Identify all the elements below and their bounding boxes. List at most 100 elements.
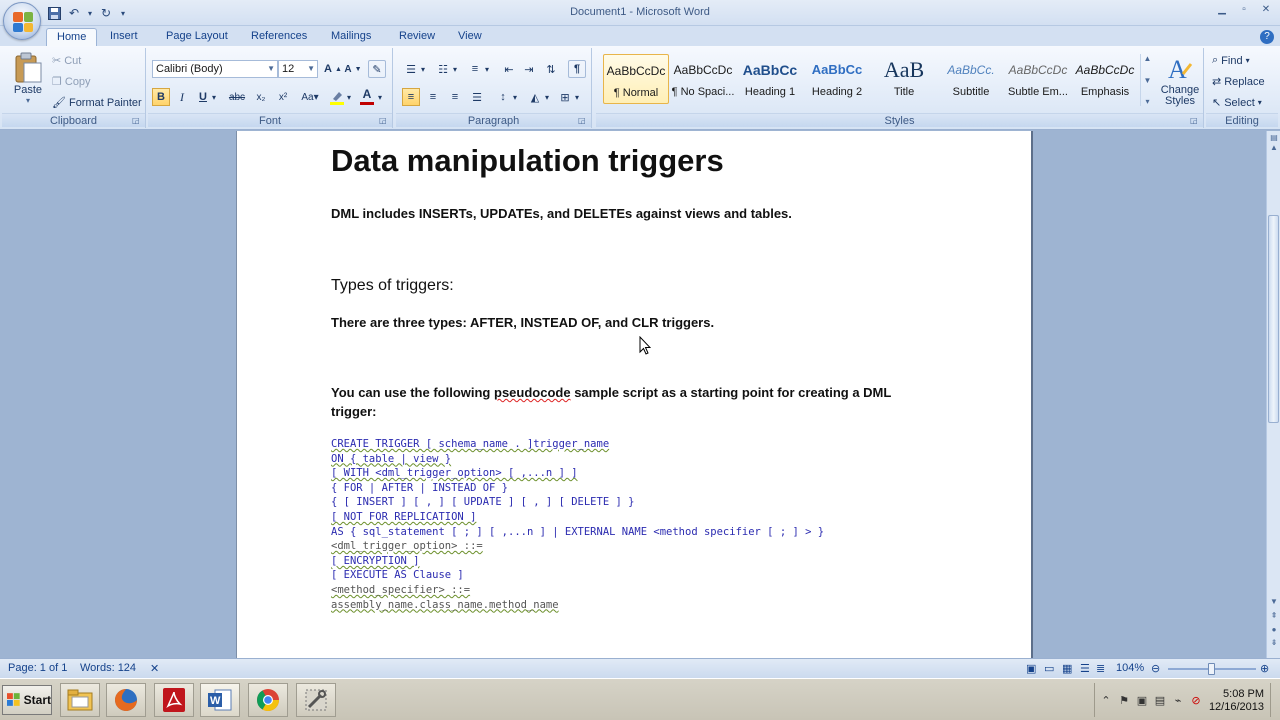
outline-view-icon[interactable]: ☰ bbox=[1080, 662, 1090, 675]
bullets-dropdown-icon[interactable]: ▾ bbox=[419, 60, 427, 78]
taskbar-acrobat[interactable] bbox=[154, 683, 194, 717]
show-desktop-button[interactable] bbox=[1270, 683, 1278, 717]
device-icon[interactable]: ▣ bbox=[1135, 693, 1149, 707]
minimize-icon[interactable]: ▁ bbox=[1212, 2, 1232, 16]
multilevel-list-icon[interactable]: ≡ bbox=[466, 60, 484, 78]
align-center-icon[interactable]: ≡ bbox=[424, 88, 442, 106]
proofing-icon[interactable]: ✕ bbox=[150, 662, 159, 675]
style-subtle-emphasis[interactable]: AaBbCcDc Subtle Em... bbox=[1005, 54, 1071, 104]
italic-button[interactable]: I bbox=[173, 88, 191, 106]
gallery-down-icon[interactable]: ▼ bbox=[1144, 76, 1152, 85]
justify-icon[interactable]: ☰ bbox=[468, 88, 486, 106]
paste-button[interactable]: Paste ▾ bbox=[8, 52, 48, 105]
scrollbar-thumb[interactable] bbox=[1268, 215, 1279, 423]
ruler-toggle-icon[interactable]: ▤ bbox=[1269, 133, 1279, 143]
format-painter-button[interactable]: 🖌 Format Painter bbox=[52, 96, 142, 110]
highlight-dropdown-icon[interactable]: ▾ bbox=[345, 88, 353, 106]
start-button[interactable]: Start bbox=[2, 685, 52, 715]
underline-dropdown-icon[interactable]: ▾ bbox=[210, 88, 218, 106]
volume-muted-icon[interactable]: ⊘ bbox=[1189, 693, 1203, 707]
scroll-up-icon[interactable]: ▲ bbox=[1269, 143, 1279, 153]
tab-page-layout[interactable]: Page Layout bbox=[156, 28, 238, 46]
clear-formatting-icon[interactable]: ✎ bbox=[368, 60, 386, 78]
style-subtitle[interactable]: AaBbCc. Subtitle bbox=[938, 54, 1004, 104]
maximize-icon[interactable]: ▫ bbox=[1234, 2, 1254, 16]
sort-icon[interactable]: ⇅ bbox=[542, 60, 560, 78]
shrink-font-icon[interactable]: A ▼ bbox=[344, 60, 362, 78]
borders-icon[interactable]: ⊞ bbox=[556, 88, 574, 106]
style-heading-2[interactable]: AaBbCc Heading 2 bbox=[804, 54, 870, 104]
change-styles-button[interactable]: A Change Styles bbox=[1158, 54, 1202, 107]
bold-button[interactable]: B bbox=[152, 88, 170, 106]
cut-button[interactable]: ✂ Cut bbox=[52, 54, 81, 68]
strikethrough-button[interactable]: abc bbox=[228, 88, 246, 106]
taskbar-chrome[interactable] bbox=[248, 683, 288, 717]
line-spacing-dropdown-icon[interactable]: ▾ bbox=[511, 88, 519, 106]
paragraph-launcher-icon[interactable]: ◲ bbox=[578, 116, 587, 125]
shading-icon[interactable]: ◭ bbox=[526, 88, 544, 106]
taskbar-firefox[interactable] bbox=[106, 683, 146, 717]
style-heading-1[interactable]: AaBbCc Heading 1 bbox=[737, 54, 803, 104]
bullets-icon[interactable]: ☰ bbox=[402, 60, 420, 78]
office-button[interactable] bbox=[3, 2, 41, 40]
tab-mailings[interactable]: Mailings bbox=[321, 28, 381, 46]
print-layout-view-icon[interactable]: ▣ bbox=[1026, 662, 1036, 675]
style-emphasis[interactable]: AaBbCcDc Emphasis bbox=[1072, 54, 1138, 104]
replace-button[interactable]: ⇄ Replace bbox=[1212, 75, 1265, 89]
multilevel-dropdown-icon[interactable]: ▾ bbox=[483, 60, 491, 78]
gallery-up-icon[interactable]: ▲ bbox=[1144, 54, 1152, 63]
zoom-in-icon[interactable]: ⊕ bbox=[1260, 662, 1269, 675]
font-name-combo[interactable]: Calibri (Body) ▼ bbox=[152, 60, 278, 78]
clipboard-launcher-icon[interactable]: ◲ bbox=[132, 116, 141, 125]
word-count[interactable]: Words: 124 bbox=[80, 662, 136, 674]
grow-font-icon[interactable]: A ▲ bbox=[324, 60, 342, 78]
style-normal[interactable]: AaBbCcDc ¶ Normal bbox=[603, 54, 669, 104]
zoom-level[interactable]: 104% bbox=[1116, 662, 1144, 674]
tab-review[interactable]: Review bbox=[389, 28, 445, 46]
taskbar-tool[interactable] bbox=[296, 683, 336, 717]
borders-dropdown-icon[interactable]: ▾ bbox=[573, 88, 581, 106]
decrease-indent-icon[interactable]: ⇤ bbox=[500, 60, 518, 78]
close-icon[interactable]: ✕ bbox=[1256, 2, 1276, 16]
style-title[interactable]: AaB Title bbox=[871, 54, 937, 104]
tab-view[interactable]: View bbox=[448, 28, 492, 46]
subscript-button[interactable]: x₂ bbox=[252, 88, 270, 106]
align-left-icon[interactable]: ≡ bbox=[402, 88, 420, 106]
increase-indent-icon[interactable]: ⇥ bbox=[520, 60, 538, 78]
draft-view-icon[interactable]: ≣ bbox=[1096, 662, 1105, 675]
scroll-down-icon[interactable]: ▼ bbox=[1269, 597, 1279, 607]
taskbar-clock[interactable]: 5:08 PM 12/16/2013 bbox=[1209, 688, 1264, 714]
font-size-combo[interactable]: 12 ▼ bbox=[278, 60, 318, 78]
document-page[interactable]: Data manipulation triggers DML includes … bbox=[236, 131, 1033, 658]
tab-references[interactable]: References bbox=[241, 28, 317, 46]
font-color-dropdown-icon[interactable]: ▾ bbox=[376, 88, 384, 106]
style-no-spacing[interactable]: AaBbCcDc ¶ No Spaci... bbox=[670, 54, 736, 104]
help-icon[interactable]: ? bbox=[1260, 30, 1274, 44]
page-count[interactable]: Page: 1 of 1 bbox=[8, 662, 67, 674]
line-spacing-icon[interactable]: ↕ bbox=[494, 88, 512, 106]
zoom-out-icon[interactable]: ⊖ bbox=[1151, 662, 1160, 675]
font-color-icon[interactable]: A bbox=[358, 88, 376, 106]
styles-launcher-icon[interactable]: ◲ bbox=[1190, 116, 1199, 125]
zoom-slider-handle[interactable] bbox=[1208, 663, 1215, 675]
copy-button[interactable]: ❐ Copy bbox=[52, 75, 91, 89]
superscript-button[interactable]: x² bbox=[274, 88, 292, 106]
shading-dropdown-icon[interactable]: ▾ bbox=[543, 88, 551, 106]
change-case-button[interactable]: Aa▾ bbox=[298, 88, 322, 106]
show-hidden-icons-icon[interactable]: ⌃ bbox=[1099, 693, 1113, 707]
find-button[interactable]: ⌕ Find ▾ bbox=[1212, 54, 1250, 67]
taskbar-explorer[interactable] bbox=[60, 683, 100, 717]
vertical-scrollbar[interactable]: ▤ ▲ ⇞ ● ⇟ ▼ bbox=[1266, 131, 1280, 658]
align-right-icon[interactable]: ≡ bbox=[446, 88, 464, 106]
highlight-icon[interactable] bbox=[328, 88, 346, 106]
flag-icon[interactable]: ⚑ bbox=[1117, 693, 1131, 707]
web-layout-icon[interactable]: ▦ bbox=[1062, 662, 1072, 675]
full-screen-reading-icon[interactable]: ▭ bbox=[1044, 662, 1054, 675]
font-launcher-icon[interactable]: ◲ bbox=[379, 116, 388, 125]
browse-object-icon[interactable]: ● bbox=[1269, 625, 1279, 635]
taskbar-word[interactable]: W bbox=[200, 683, 240, 717]
numbering-dropdown-icon[interactable]: ▾ bbox=[451, 60, 459, 78]
numbering-icon[interactable]: ☷ bbox=[434, 60, 452, 78]
next-page-icon[interactable]: ⇟ bbox=[1269, 638, 1279, 648]
select-button[interactable]: ↖ Select ▾ bbox=[1212, 96, 1262, 110]
